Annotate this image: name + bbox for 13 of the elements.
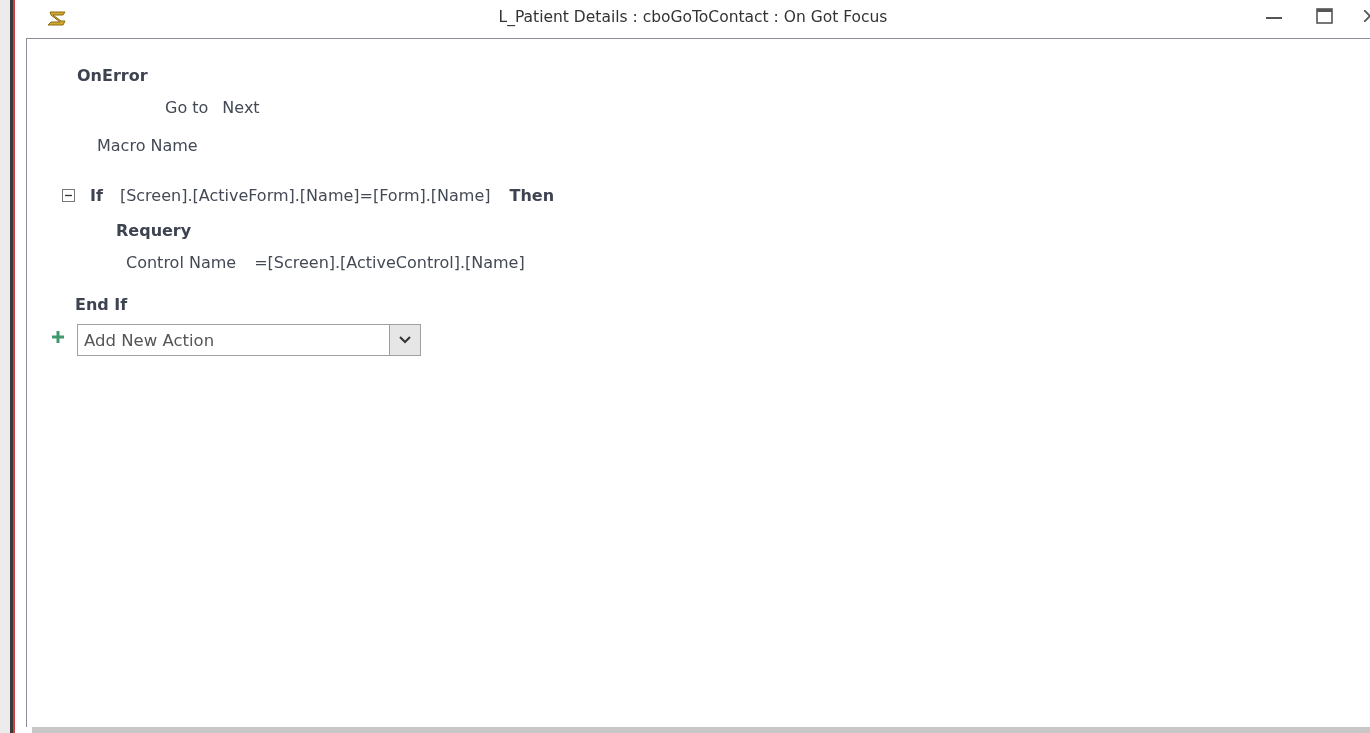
argument-label: Macro Name <box>97 135 198 155</box>
window-title: L_Patient Details : cboGoToContact : On Got Focus <box>498 8 888 26</box>
action-name: OnError <box>77 65 148 85</box>
keyword: End If <box>75 294 128 314</box>
argument-label: Control Name <box>126 252 237 272</box>
condition-expression: [Screen].[ActiveForm].[Name]=[Form].[Name] <box>119 185 491 205</box>
argument-label: Go to <box>165 97 209 117</box>
action-name: Requery <box>116 220 192 240</box>
keyword: If <box>90 185 103 205</box>
argument-value: =[Screen].[ActiveControl].[Name] <box>254 252 525 272</box>
keyword: Then <box>509 185 555 205</box>
add-action-field[interactable]: Add New Action <box>77 324 389 356</box>
argument-value: Next <box>222 97 260 117</box>
